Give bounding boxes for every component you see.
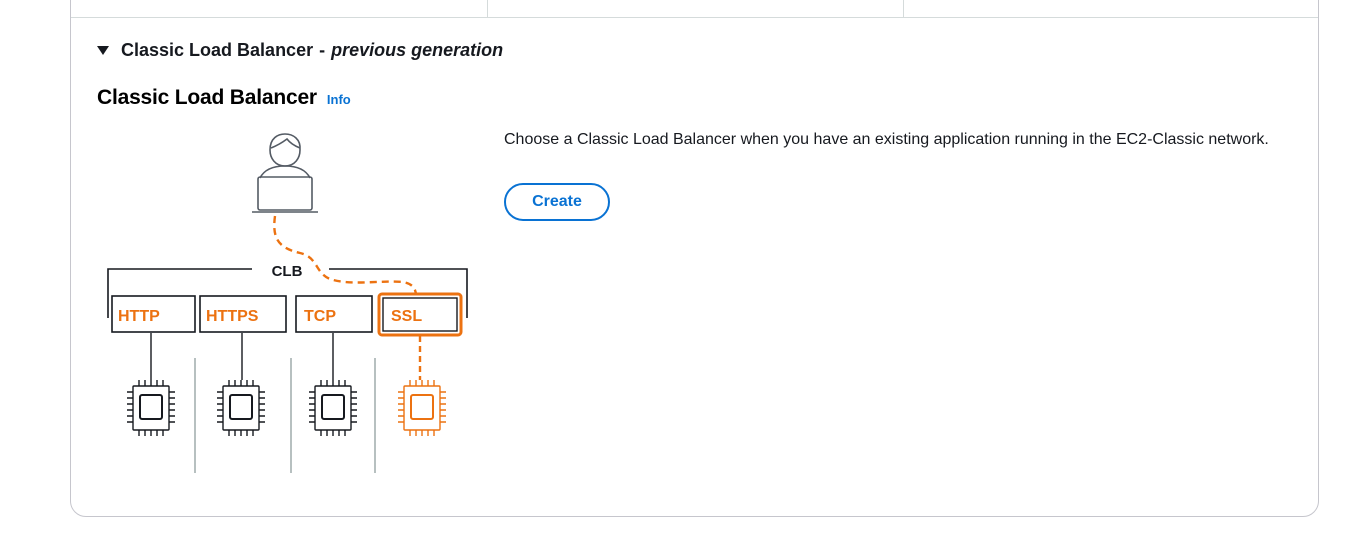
- clb-label: CLB: [272, 263, 303, 280]
- listener-label: HTTP: [118, 308, 160, 325]
- create-button[interactable]: Create: [504, 183, 610, 221]
- connector-lines: [150, 333, 334, 380]
- chip-icon: [127, 380, 175, 436]
- expander-dash: -: [319, 39, 326, 60]
- caret-down-icon: [97, 46, 109, 55]
- chip-icon: [309, 380, 357, 436]
- classic-description: Choose a Classic Load Balancer when you …: [504, 131, 1269, 148]
- column-divider: [903, 0, 904, 17]
- user-laptop-icon: [252, 133, 318, 213]
- chip-icon: [217, 380, 265, 436]
- page: Classic Load Balancer - previous generat…: [0, 0, 1370, 542]
- chip-icon: [398, 380, 446, 436]
- listener-ssl: SSL: [377, 292, 463, 337]
- listener-label: HTTPS: [206, 308, 259, 325]
- info-link[interactable]: Info: [327, 92, 351, 107]
- clb-diagram: CLB HTTP HTTPS TCP SSL: [107, 133, 468, 473]
- page-title: Classic Load Balancer: [97, 86, 317, 109]
- expander-label: Classic Load Balancer: [121, 39, 314, 60]
- previous-row: [71, 0, 1318, 18]
- listener-label: SSL: [391, 308, 422, 325]
- classic-section-expander[interactable]: Classic Load Balancer - previous generat…: [97, 38, 503, 62]
- listener-https: HTTPS: [199, 295, 287, 333]
- listener-http: HTTP: [111, 295, 196, 333]
- listener-label: TCP: [304, 308, 336, 325]
- classic-heading: Classic Load Balancer Info: [97, 86, 351, 110]
- connection-path: [273, 215, 418, 297]
- listener-tcp: TCP: [295, 295, 373, 333]
- column-divider: [487, 0, 488, 17]
- expander-subtitle: previous generation: [331, 39, 504, 60]
